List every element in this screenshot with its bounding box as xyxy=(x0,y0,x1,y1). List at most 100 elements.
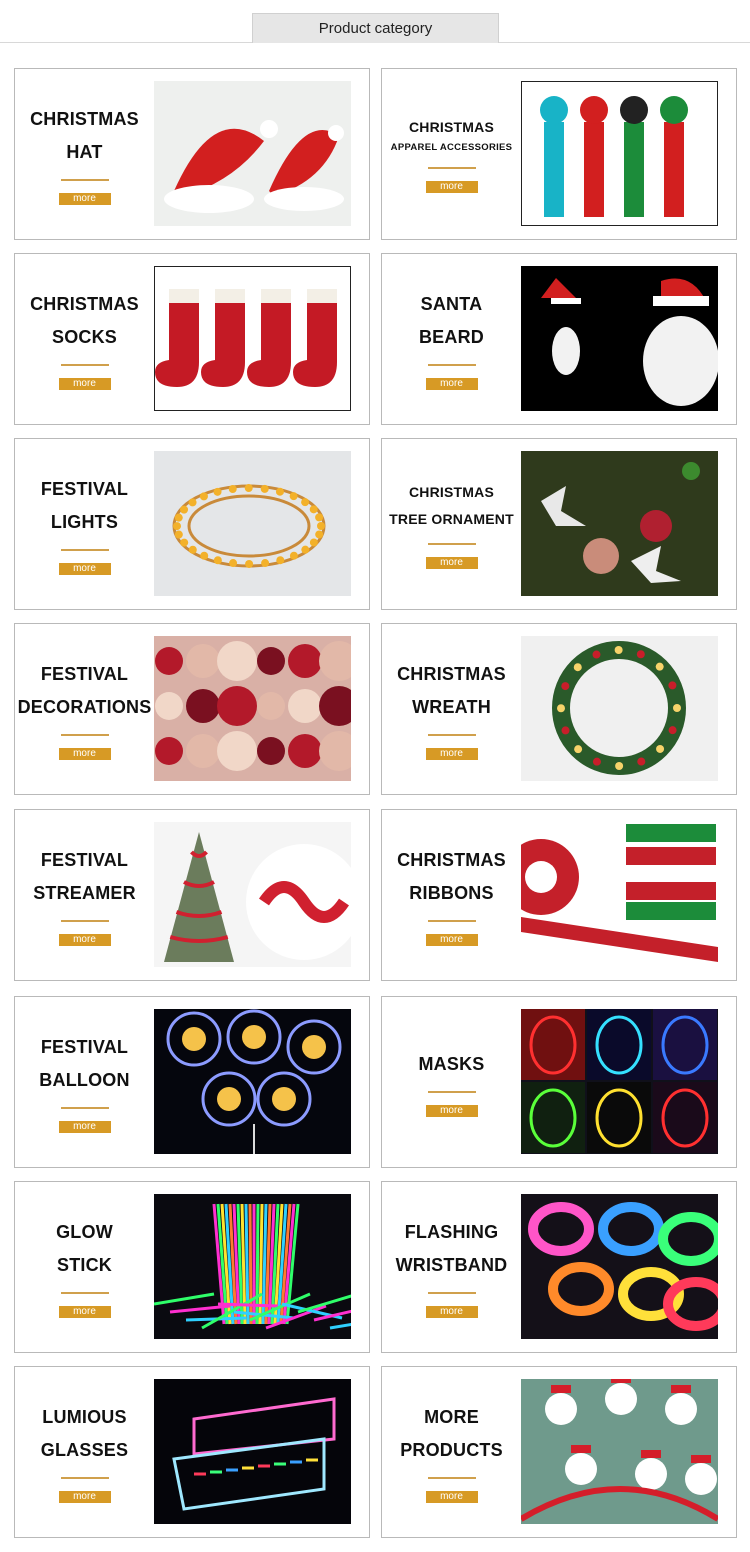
category-title-line1: FESTIVAL xyxy=(40,850,129,870)
category-text: CHRISTMAS RIBBONS more xyxy=(382,810,521,980)
more-button[interactable]: more xyxy=(58,1491,111,1503)
wreath-photo[interactable] xyxy=(521,636,718,781)
category-text: CHRISTMAS SOCKS more xyxy=(15,254,154,424)
title-underline xyxy=(427,364,476,366)
category-card[interactable]: CHRISTMAS TREE ORNAMENT more xyxy=(381,438,737,610)
category-card[interactable]: CHRISTMAS RIBBONS more xyxy=(381,809,737,981)
category-title-line1: LUMIOUS xyxy=(42,1407,127,1427)
tree-ornament-photo[interactable] xyxy=(521,451,718,596)
more-button[interactable]: more xyxy=(58,748,111,760)
more-button[interactable]: more xyxy=(425,1104,478,1117)
headbands-photo[interactable] xyxy=(521,1379,718,1524)
category-title-line1: FESTIVAL xyxy=(40,479,129,499)
more-button[interactable]: more xyxy=(58,193,111,205)
category-title-line2: SOCKS xyxy=(51,327,117,347)
christmas-stockings-photo[interactable] xyxy=(154,266,351,411)
title-underline xyxy=(427,1477,476,1479)
category-card[interactable]: CHRISTMAS WREATH more xyxy=(381,623,737,795)
christmas-hats-photo[interactable] xyxy=(154,81,351,226)
glow-sticks-photo[interactable] xyxy=(154,1194,351,1339)
more-button[interactable]: more xyxy=(425,378,478,390)
decoration-balls-photo[interactable] xyxy=(154,636,351,781)
christmas-ribbons-photo[interactable] xyxy=(521,822,718,967)
more-button[interactable]: more xyxy=(425,1306,478,1318)
category-text: SANTA BEARD more xyxy=(382,254,521,424)
category-title-line2: STREAMER xyxy=(33,883,136,903)
category-title-line1: FESTIVAL xyxy=(40,664,129,684)
category-text: CHRISTMAS TREE ORNAMENT more xyxy=(382,439,521,609)
category-card[interactable]: MORE PRODUCTS more xyxy=(381,1366,737,1538)
title-underline xyxy=(60,920,109,922)
more-button[interactable]: more xyxy=(425,557,478,569)
category-title-line2: TREE ORNAMENT xyxy=(389,511,514,527)
more-button[interactable]: more xyxy=(58,563,111,575)
more-button[interactable]: more xyxy=(425,181,478,193)
more-button[interactable]: more xyxy=(58,1121,111,1133)
led-masks-photo[interactable] xyxy=(521,1009,718,1154)
category-title-line1: GLOW xyxy=(56,1222,113,1242)
santa-beard-photo[interactable] xyxy=(521,266,718,411)
more-button[interactable]: more xyxy=(58,1306,111,1318)
category-text: FESTIVAL DECORATIONS more xyxy=(15,624,154,794)
category-card[interactable]: FESTIVAL STREAMER more xyxy=(14,809,370,981)
title-underline xyxy=(427,167,476,169)
category-text: LUMIOUS GLASSES more xyxy=(15,1367,154,1537)
section-title: Product category xyxy=(252,13,499,43)
more-button[interactable]: more xyxy=(58,378,111,390)
fairy-lights-photo[interactable] xyxy=(154,451,351,596)
category-text: MASKS more xyxy=(382,997,521,1167)
more-button[interactable]: more xyxy=(425,1491,478,1503)
category-title-line2: LIGHTS xyxy=(50,512,119,532)
category-card[interactable]: CHRISTMAS SOCKS more xyxy=(14,253,370,425)
category-card[interactable]: GLOW STICK more xyxy=(14,1181,370,1353)
category-text: FESTIVAL STREAMER more xyxy=(15,810,154,980)
title-underline xyxy=(427,543,476,545)
category-title-line2: DECORATIONS xyxy=(17,697,152,717)
title-underline xyxy=(427,1292,476,1294)
category-text: MORE PRODUCTS more xyxy=(382,1367,521,1537)
led-glasses-photo[interactable] xyxy=(154,1379,351,1524)
title-underline xyxy=(60,1477,109,1479)
category-title-line1: FLASHING xyxy=(404,1222,499,1242)
category-title-line1: CHRISTMAS xyxy=(397,850,506,870)
category-card[interactable]: MASKS more xyxy=(381,996,737,1168)
led-balloons-photo[interactable] xyxy=(154,1009,351,1154)
title-underline xyxy=(427,1090,476,1093)
led-wristbands-photo[interactable] xyxy=(521,1194,718,1339)
category-card[interactable]: FESTIVAL DECORATIONS more xyxy=(14,623,370,795)
category-card[interactable]: CHRISTMAS APPAREL ACCESSORIES more xyxy=(381,68,737,240)
category-title-line1: SANTA xyxy=(420,294,483,314)
more-button[interactable]: more xyxy=(58,934,111,946)
title-underline xyxy=(60,1292,109,1294)
category-title-line2: GLASSES xyxy=(40,1440,129,1460)
category-title-line2: HAT xyxy=(66,142,103,162)
category-card[interactable]: SANTA BEARD more xyxy=(381,253,737,425)
category-title-line2: PRODUCTS xyxy=(400,1440,503,1460)
title-underline xyxy=(60,734,109,736)
category-text: CHRISTMAS WREATH more xyxy=(382,624,521,794)
category-text: FESTIVAL BALLOON more xyxy=(15,997,154,1167)
more-button[interactable]: more xyxy=(425,934,478,946)
category-title-line1: CHRISTMAS xyxy=(30,294,139,314)
title-underline xyxy=(427,920,476,922)
tinsel-streamer-photo[interactable] xyxy=(154,822,351,967)
category-title-line1: CHRISTMAS xyxy=(408,119,495,135)
category-title-line2: STICK xyxy=(57,1255,112,1275)
category-card[interactable]: FESTIVAL BALLOON more xyxy=(14,996,370,1168)
title-underline xyxy=(60,364,109,366)
category-title-line1: MORE xyxy=(424,1407,479,1427)
category-text: CHRISTMAS HAT more xyxy=(15,69,154,239)
title-underline xyxy=(427,734,476,736)
category-title-line2: WREATH xyxy=(412,697,491,717)
category-title-line1: CHRISTMAS xyxy=(397,664,506,684)
category-card[interactable]: FESTIVAL LIGHTS more xyxy=(14,438,370,610)
more-button[interactable]: more xyxy=(425,748,478,760)
category-title-line2: BALLOON xyxy=(39,1070,130,1090)
category-title-line2: BEARD xyxy=(418,327,484,347)
category-title-line1: CHRISTMAS xyxy=(408,484,495,500)
category-card[interactable]: FLASHING WRISTBAND more xyxy=(381,1181,737,1353)
knit-hats-scarves-photo[interactable] xyxy=(521,81,718,226)
category-card[interactable]: CHRISTMAS HAT more xyxy=(14,68,370,240)
category-text: CHRISTMAS APPAREL ACCESSORIES more xyxy=(382,69,521,239)
category-card[interactable]: LUMIOUS GLASSES more xyxy=(14,1366,370,1538)
